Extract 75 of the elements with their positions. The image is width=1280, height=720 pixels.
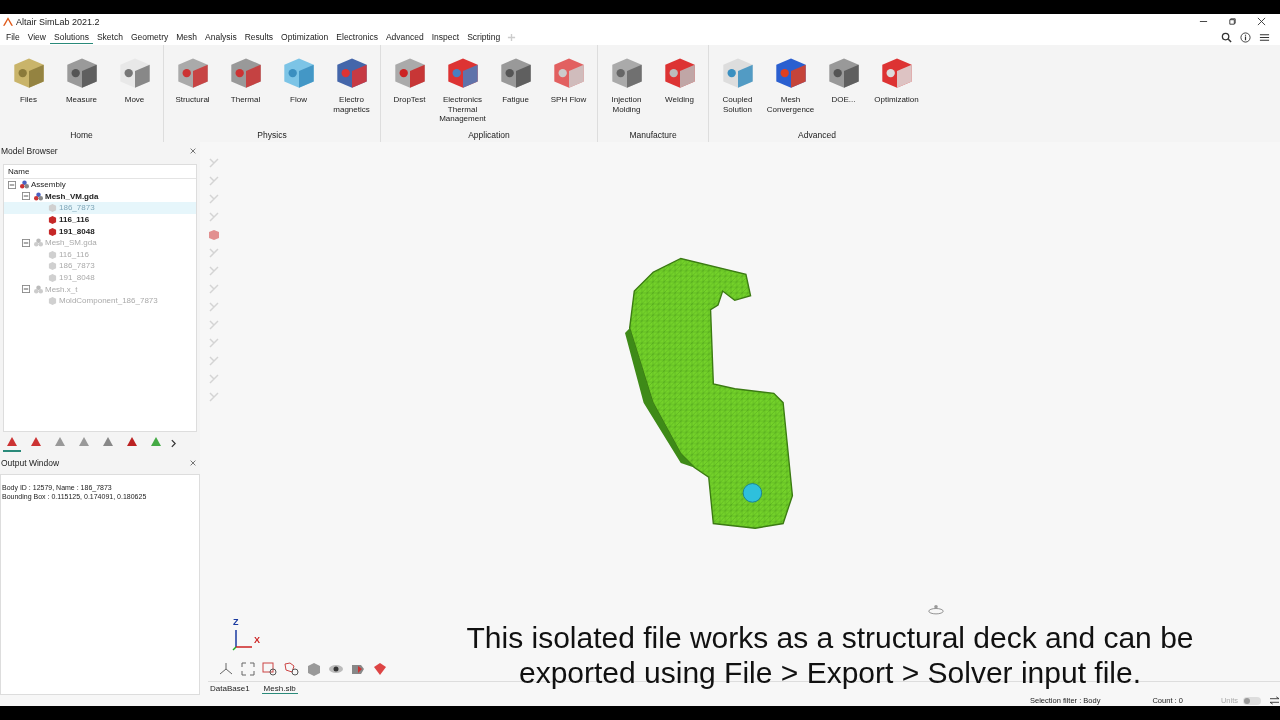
zoom-box-icon[interactable] (262, 661, 278, 677)
shape-icon[interactable] (372, 661, 388, 677)
collapse-icon[interactable] (22, 285, 30, 294)
ribbon-tool[interactable]: Flow (272, 45, 325, 130)
fit-view-icon[interactable] (240, 661, 256, 677)
chevron-right-icon[interactable] (171, 438, 176, 448)
ribbon-tool[interactable]: Coupled Solution (711, 45, 764, 130)
units-toggle[interactable] (1243, 696, 1261, 705)
ribbon-group-label: Physics (257, 130, 287, 142)
menu-icon[interactable] (1259, 31, 1270, 43)
menu-tab[interactable]: Analysis (201, 30, 241, 44)
ribbon-tool[interactable]: SPH Flow (542, 45, 595, 130)
info-icon[interactable] (1240, 31, 1251, 43)
menu-tab[interactable]: Geometry (126, 30, 173, 44)
collapse-icon[interactable] (8, 180, 16, 189)
ribbon-group-label: Application (468, 130, 510, 142)
ribbon-tool[interactable]: Electronics Thermal Management (436, 45, 489, 130)
swap-icon[interactable] (1269, 696, 1280, 705)
ribbon-tool[interactable]: DOE... (817, 45, 870, 130)
collapse-icon[interactable] (22, 192, 30, 201)
ribbon-tool[interactable]: Injection Molding (600, 45, 653, 130)
close-icon[interactable] (189, 459, 197, 467)
compass-icon[interactable] (927, 602, 945, 615)
restore-icon[interactable] (1228, 17, 1237, 26)
body-icon (48, 296, 57, 306)
ribbon-group-label: Manufacture (629, 130, 677, 142)
menu-tab[interactable]: File (2, 30, 24, 44)
caption-line: exported using File > Export > Solver input file. (519, 655, 1141, 690)
ribbon-group-label: Home (70, 130, 93, 142)
menu-tab[interactable]: Optimization (277, 30, 333, 44)
tree-item[interactable]: 191_8048 (4, 225, 196, 237)
tree-item[interactable]: Assembly (4, 179, 196, 191)
panel-title: Model Browser (1, 146, 58, 156)
menu-tab[interactable]: Mesh (172, 30, 202, 44)
collapse-icon[interactable] (22, 238, 30, 247)
ribbon-tool[interactable]: Thermal (219, 45, 272, 130)
ribbon-tool[interactable]: Welding (653, 45, 706, 130)
panel-title: Output Window (1, 458, 60, 468)
window-title: Altair SimLab 2021.2 (16, 16, 100, 27)
menu-tab[interactable]: Inspect (427, 30, 464, 44)
tree-item[interactable]: 116_116 (4, 213, 196, 226)
document-tab[interactable]: DataBase1 (208, 683, 252, 694)
ribbon-tool[interactable]: Move (108, 45, 161, 130)
axes-icon[interactable] (218, 661, 234, 677)
ribbon-group-label: Advanced (798, 130, 836, 142)
close-icon[interactable] (189, 147, 197, 155)
caption-line: This isolated file works as a structural deck and can be (466, 620, 1194, 655)
ribbon-tool[interactable]: Measure (55, 45, 108, 130)
ribbon-tool[interactable]: Mesh Convergence (764, 45, 817, 130)
menu-tab[interactable]: View (23, 30, 50, 44)
ribbon-tool[interactable]: Structural (166, 45, 219, 130)
menu-tab[interactable]: Scripting (463, 30, 505, 44)
ribbon-tool[interactable]: Electro magnetics (325, 45, 378, 130)
assembly-icon (34, 284, 43, 294)
search-icon[interactable] (1221, 31, 1232, 43)
document-tab[interactable]: Mesh.slb (261, 683, 298, 694)
assembly-icon (34, 191, 43, 201)
menu-tab[interactable]: Results (240, 30, 278, 44)
column-header: Name (4, 165, 196, 179)
zoom-area-icon[interactable] (284, 661, 300, 677)
ribbon-tool[interactable]: DropTest (383, 45, 436, 130)
assembly-icon (20, 180, 29, 190)
assembly-icon (34, 238, 43, 248)
axis-triad-drawing: Z X (228, 617, 272, 651)
menu-tab[interactable]: Advanced (381, 30, 428, 44)
menu-tab[interactable]: Electronics (332, 30, 382, 44)
menu-tab[interactable]: Solutions (50, 30, 93, 44)
menu-tab[interactable]: Sketch (92, 30, 127, 44)
app-logo-icon (3, 17, 13, 26)
close-icon[interactable] (1257, 17, 1266, 26)
ribbon-tool[interactable]: Fatigue (489, 45, 542, 130)
tool-icon[interactable] (207, 228, 221, 242)
ribbon-tool[interactable]: Files (2, 45, 55, 130)
ribbon-tool[interactable]: Optimization (870, 45, 923, 130)
tree-item[interactable]: Mesh_VM.gda (4, 190, 196, 203)
